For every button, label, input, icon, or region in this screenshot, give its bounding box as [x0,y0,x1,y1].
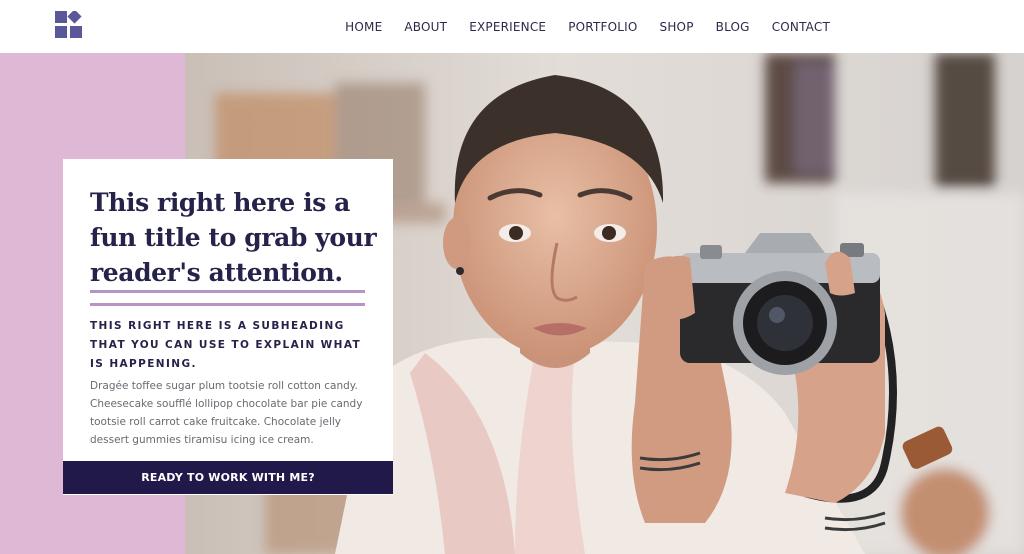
title-divider-top [90,290,365,293]
work-with-me-button[interactable]: READY TO WORK WITH ME? [63,461,393,494]
site-header: HOME ABOUT EXPERIENCE PORTFOLIO SHOP BLO… [0,0,1024,53]
hero-body-text: Dragée toffee sugar plum tootsie roll co… [90,380,363,446]
nav-shop[interactable]: SHOP [660,20,694,34]
logo-icon[interactable] [55,11,83,39]
nav-blog[interactable]: BLOG [716,20,750,34]
nav-home[interactable]: HOME [345,20,382,34]
nav-portfolio[interactable]: PORTFOLIO [568,20,637,34]
nav-contact[interactable]: CONTACT [772,20,830,34]
nav-experience[interactable]: EXPERIENCE [469,20,546,34]
hero-subheading: THIS RIGHT HERE IS A SUBHEADING THAT YOU… [90,320,362,370]
title-divider-bottom [90,303,365,306]
nav-about[interactable]: ABOUT [404,20,447,34]
hero-section: This right here is a fun title to grab y… [0,53,1024,554]
hero-card: This right here is a fun title to grab y… [63,159,393,495]
hero-title: This right here is a fun title to grab y… [90,188,377,287]
main-nav: HOME ABOUT EXPERIENCE PORTFOLIO SHOP BLO… [345,0,830,53]
